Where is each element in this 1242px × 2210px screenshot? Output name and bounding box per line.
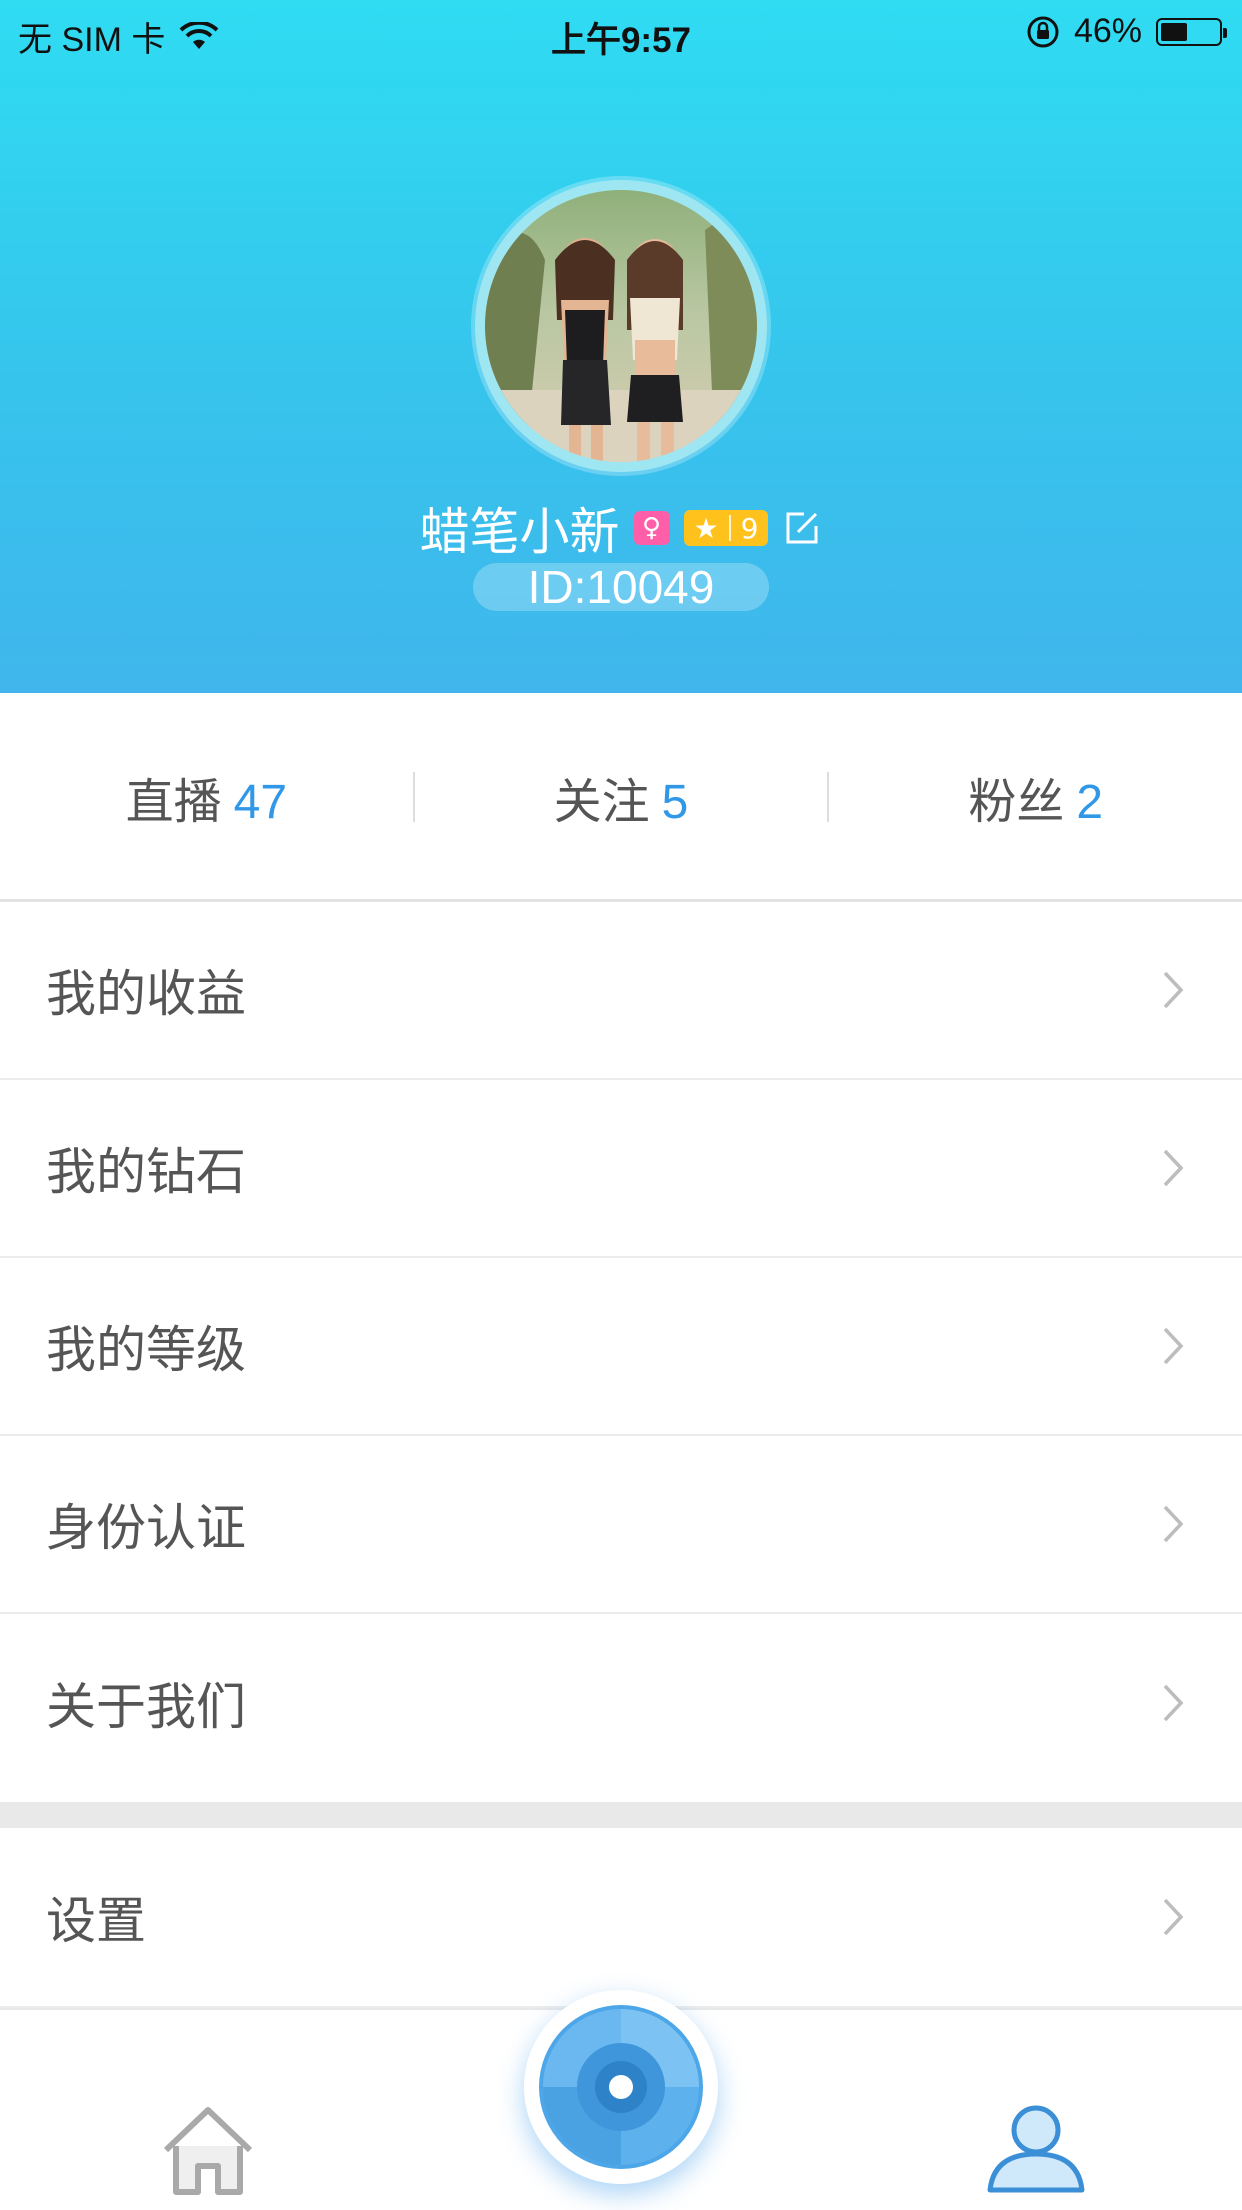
menu-item-label: 我的钻石 bbox=[46, 1143, 246, 1201]
menu-item-settings[interactable]: 设置 bbox=[0, 1828, 1242, 2008]
chevron-right-icon bbox=[1163, 1327, 1184, 1365]
menu-item-label: 关于我们 bbox=[46, 1678, 246, 1736]
stat-label: 粉丝 bbox=[968, 774, 1065, 830]
home-icon[interactable] bbox=[158, 2102, 258, 2198]
chevron-right-icon bbox=[1163, 1898, 1184, 1936]
menu-list: 我的收益 我的钻石 我的等级 身份认证 关于我们 bbox=[0, 902, 1242, 1792]
menu-item-label: 我的收益 bbox=[46, 965, 246, 1023]
stats-bar: 直播 47 关注 5 粉丝 2 bbox=[0, 693, 1242, 901]
menu-item-about[interactable]: 关于我们 bbox=[0, 1614, 1242, 1792]
chevron-right-icon bbox=[1163, 1149, 1184, 1187]
chevron-right-icon bbox=[1163, 1505, 1184, 1543]
battery-fill bbox=[1161, 22, 1187, 41]
menu-item-label: 设置 bbox=[46, 1892, 146, 1950]
menu-item-label: 身份认证 bbox=[46, 1499, 246, 1557]
user-id: ID:10049 bbox=[473, 563, 769, 611]
rotation-lock-icon bbox=[1027, 16, 1059, 47]
section-gap bbox=[0, 1802, 1242, 1828]
status-right: 46% bbox=[1026, 12, 1227, 51]
avatar-photo bbox=[485, 190, 757, 462]
battery-percent: 46% bbox=[1073, 12, 1142, 50]
stat-label: 直播 bbox=[125, 774, 222, 830]
profile-header: 无 SIM 卡 上午9:57 46% 蜡笔小新 ♀ ★ 9 ID:10049 bbox=[0, 0, 1242, 693]
menu-item-level[interactable]: 我的等级 bbox=[0, 1258, 1242, 1436]
menu-item-label: 我的等级 bbox=[46, 1321, 246, 1379]
profile-icon[interactable] bbox=[984, 2102, 1088, 2196]
stat-following[interactable]: 关注 5 bbox=[415, 762, 828, 832]
level-badge-divider bbox=[728, 515, 731, 541]
stat-value: 2 bbox=[1076, 776, 1104, 829]
star-icon: ★ bbox=[693, 511, 719, 545]
level-badge: ★ 9 bbox=[683, 510, 769, 546]
female-icon: ♀ bbox=[633, 511, 670, 545]
stat-value: 5 bbox=[661, 776, 689, 829]
menu-item-diamonds[interactable]: 我的钻石 bbox=[0, 1080, 1242, 1258]
edit-icon[interactable] bbox=[782, 508, 822, 548]
status-bar: 无 SIM 卡 上午9:57 46% bbox=[0, 0, 1242, 62]
live-button[interactable] bbox=[524, 1990, 718, 2184]
live-camera-icon bbox=[539, 2005, 703, 2169]
chevron-right-icon bbox=[1163, 1684, 1184, 1722]
level-value: 9 bbox=[740, 511, 759, 545]
stat-live[interactable]: 直播 47 bbox=[0, 762, 413, 832]
stat-value: 47 bbox=[233, 776, 288, 829]
battery-icon bbox=[1156, 17, 1227, 46]
username: 蜡笔小新 bbox=[419, 503, 620, 561]
chevron-right-icon bbox=[1163, 971, 1184, 1009]
username-row: 蜡笔小新 ♀ ★ 9 bbox=[0, 492, 1242, 564]
menu-item-earnings[interactable]: 我的收益 bbox=[0, 902, 1242, 1080]
avatar[interactable] bbox=[485, 190, 757, 462]
stat-fans[interactable]: 粉丝 2 bbox=[829, 762, 1242, 832]
settings-list: 设置 bbox=[0, 1828, 1242, 2008]
avatar-ring[interactable] bbox=[475, 180, 767, 472]
stat-label: 关注 bbox=[553, 774, 650, 830]
menu-item-verification[interactable]: 身份认证 bbox=[0, 1436, 1242, 1614]
